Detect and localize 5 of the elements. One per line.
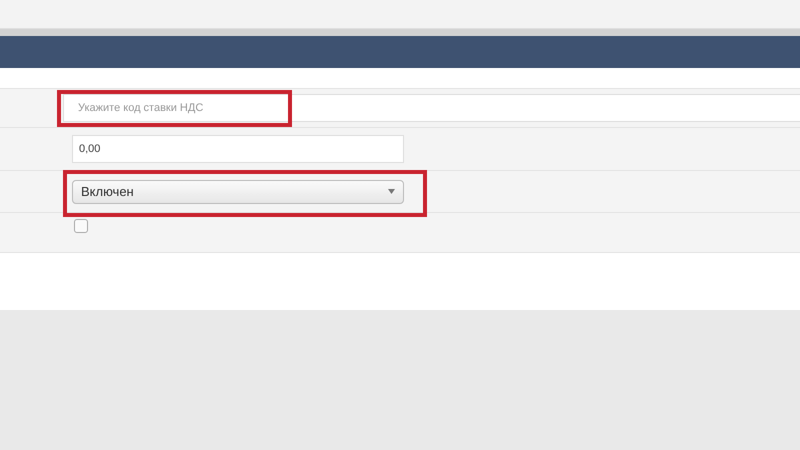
checkbox[interactable] bbox=[74, 218, 88, 232]
dropdown[interactable]: Включен bbox=[72, 180, 404, 204]
text-field[interactable]: Укажите код ставки НДС bbox=[63, 94, 800, 122]
caret-icon bbox=[388, 189, 395, 194]
text-field[interactable]: 0,00 bbox=[72, 135, 404, 163]
